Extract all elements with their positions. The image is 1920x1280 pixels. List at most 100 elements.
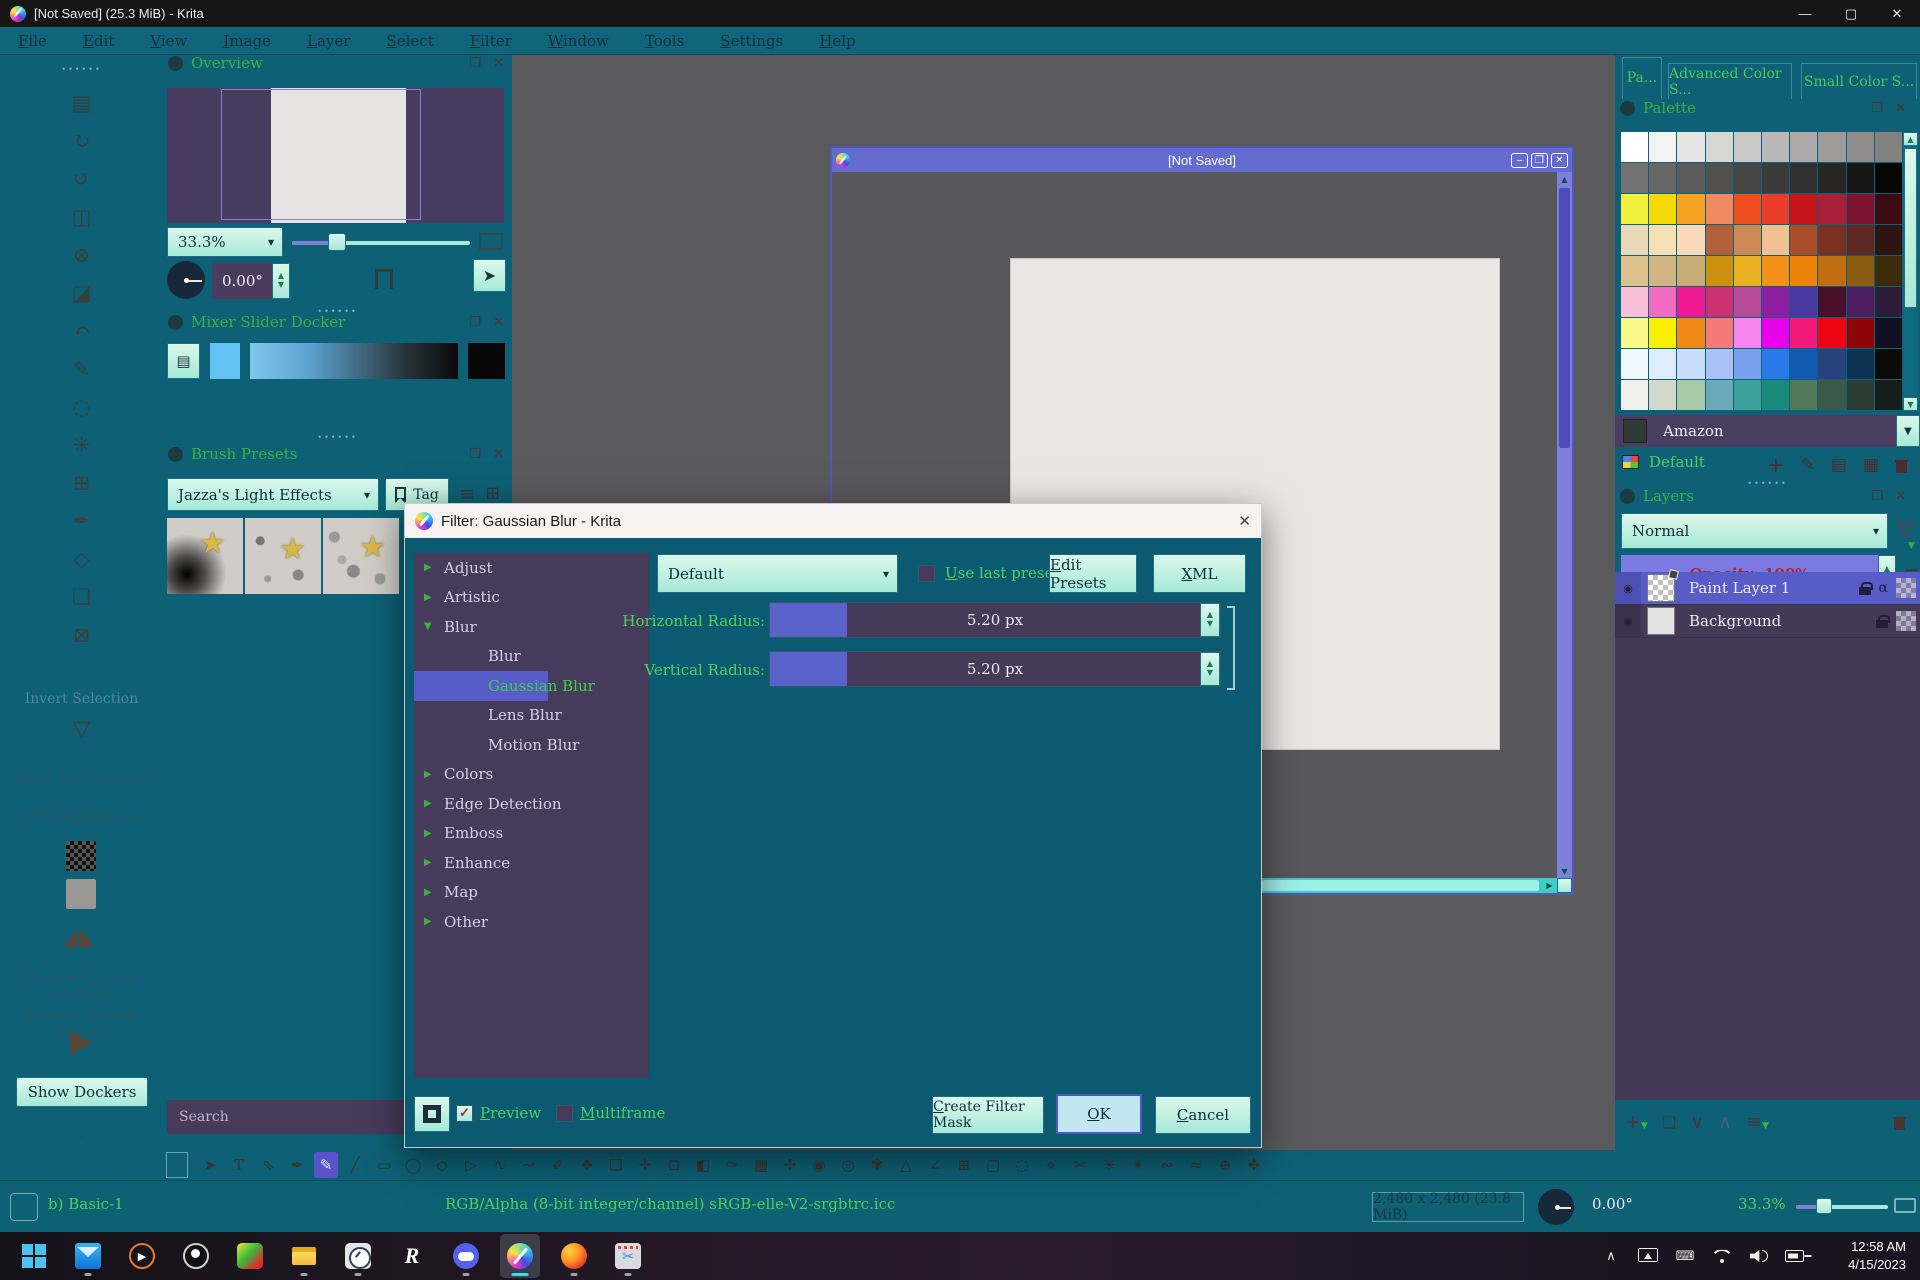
obs[interactable] [176, 1234, 216, 1278]
ok-button[interactable]: OK [1056, 1094, 1142, 1134]
dialog-titlebar[interactable]: Filter: Gaussian Blur - Krita ✕ [405, 504, 1261, 538]
enclose-fill-tool[interactable]: ◎ [836, 1152, 860, 1178]
pan-tool[interactable]: ✥ [1242, 1152, 1266, 1178]
docker-lock-icon[interactable] [1620, 489, 1635, 504]
horizontal-radius-slider[interactable]: 5.20 px ▲▼ [769, 602, 1221, 638]
edit-swatch-icon[interactable]: ✎ [1801, 455, 1815, 475]
show-dockers-button[interactable]: Show Dockers [16, 1077, 148, 1107]
preview-label[interactable]: Preview [480, 1104, 541, 1122]
palette-swatch[interactable] [1621, 132, 1648, 162]
palette-swatch[interactable] [1762, 163, 1789, 193]
taskbar-clock[interactable]: 12:58 AM 4/15/2023 [1848, 1232, 1906, 1280]
palette-swatch[interactable] [1706, 256, 1733, 286]
palette-swatch[interactable] [1762, 225, 1789, 255]
menu-item[interactable]: File [18, 32, 47, 50]
palette-swatch[interactable] [1875, 225, 1902, 255]
expand-arrow-icon[interactable]: ▶ [424, 592, 444, 603]
palette-swatch[interactable] [1762, 318, 1789, 348]
float-docker-icon[interactable]: ❐ [469, 447, 481, 462]
filter-category[interactable]: ▶ Emboss [414, 819, 649, 849]
filter-category[interactable]: ▶ Enhance [414, 848, 649, 878]
palette-swatch[interactable] [1706, 194, 1733, 224]
palette-swatch[interactable] [1762, 380, 1789, 410]
palette-swatch[interactable] [1734, 194, 1761, 224]
palette-swatch[interactable] [1818, 132, 1845, 162]
palette-swatch[interactable] [1818, 349, 1845, 379]
close-docker-icon[interactable]: ✕ [1895, 489, 1906, 504]
palette-swatch[interactable] [1847, 380, 1874, 410]
clock[interactable] [338, 1234, 378, 1278]
palette-swatch[interactable] [1649, 287, 1676, 317]
palette-swatch[interactable] [1621, 256, 1648, 286]
palette-swatch[interactable] [1677, 256, 1704, 286]
palette-swatch[interactable] [1847, 194, 1874, 224]
palette-swatch[interactable] [1818, 380, 1845, 410]
start[interactable] [14, 1234, 54, 1278]
polygon-tool[interactable]: ◇ [430, 1152, 454, 1178]
freehand-brush-tool[interactable]: ✎ [314, 1152, 338, 1178]
float-docker-icon[interactable]: ❐ [469, 56, 481, 71]
docker-lock-icon[interactable] [168, 56, 183, 71]
palette-swatch[interactable] [1762, 287, 1789, 317]
tab-advanced-color-selector[interactable]: Advanced Color S... [1668, 63, 1792, 99]
pin-docker-button[interactable]: ➤ [473, 259, 506, 292]
brush-preset-thumbnail[interactable]: ★ [167, 518, 243, 594]
list-view-icon[interactable]: ≡ [459, 483, 475, 505]
zoom-slider[interactable] [292, 241, 470, 245]
palette-swatch[interactable] [1706, 287, 1733, 317]
transform-frame-icon[interactable]: ❏ [52, 578, 112, 616]
menu-item[interactable]: View [150, 32, 187, 50]
palette-swatch[interactable] [1621, 318, 1648, 348]
brush-preset-thumbnail[interactable]: ★ [245, 518, 321, 594]
multiframe-label[interactable]: Multiframe [580, 1104, 665, 1122]
menu-item[interactable]: Settings [720, 32, 783, 50]
select-shapes-tool[interactable]: ➤ [198, 1152, 222, 1178]
reset-rotation-icon[interactable]: ↺ [52, 160, 112, 198]
scroll-up-arrow[interactable]: ▲ [1557, 172, 1572, 186]
alpha-channel-icon[interactable] [1896, 611, 1916, 631]
tab-small-color-selector[interactable]: Small Color S... [1801, 63, 1917, 99]
expand-arrow-icon[interactable]: ▶ [424, 828, 444, 839]
xml-button[interactable]: XML [1153, 554, 1246, 593]
use-last-preset-checkbox[interactable] [918, 565, 935, 582]
colorize-mask-tool[interactable]: ✾ [865, 1152, 889, 1178]
play-icon[interactable] [70, 1031, 92, 1055]
docker-splitter[interactable]: •••••• [163, 433, 512, 442]
show-tool-options-label[interactable]: Show Tool Options [0, 771, 163, 787]
float-docker-icon[interactable]: ❐ [1871, 489, 1883, 504]
collapse-chevron-icon[interactable]: ⌄ [0, 1127, 163, 1142]
grid-view-icon[interactable]: ⊞ [485, 483, 500, 504]
status-zoom-handle[interactable] [1816, 1198, 1832, 1214]
minimize-button[interactable]: — [1782, 0, 1828, 27]
palette-swatch[interactable] [1734, 256, 1761, 286]
palette-swatch[interactable] [1762, 194, 1789, 224]
close-docker-icon[interactable]: ✕ [1895, 101, 1906, 116]
palette-swatch[interactable] [1818, 287, 1845, 317]
canvas-rotation-dial[interactable] [1538, 1189, 1574, 1225]
measure-tool[interactable]: ∠ [923, 1152, 947, 1178]
discord[interactable] [446, 1234, 486, 1278]
smart-patch-tool[interactable]: ✣ [778, 1152, 802, 1178]
brush-tag-combo[interactable]: Jazza's Light Effects [167, 478, 379, 511]
hidden-icons-chevron[interactable]: ∧ [1599, 1244, 1623, 1268]
volume[interactable] [1747, 1244, 1771, 1268]
create-filter-mask-button[interactable]: Create Filter Mask [932, 1096, 1044, 1134]
vertical-radius-spinner[interactable]: ▲▼ [1200, 652, 1220, 686]
palette-swatch[interactable] [1734, 349, 1761, 379]
zoom-combo[interactable]: 33.3% [167, 227, 283, 257]
mixer-end-swatch[interactable] [468, 343, 505, 379]
close-docker-icon[interactable]: ✕ [493, 447, 504, 462]
palette-swatch[interactable] [1706, 349, 1733, 379]
save-icon[interactable]: ▤ [52, 84, 112, 122]
palette-swatch[interactable] [1621, 349, 1648, 379]
palette-swatch[interactable] [1762, 349, 1789, 379]
palette-swatch[interactable] [1790, 256, 1817, 286]
funnel-dropdown-arrow[interactable]: ▼ [1908, 541, 1915, 551]
filter-category[interactable]: ▶ Map [414, 878, 649, 908]
bezier-select-tool[interactable]: ∾ [1155, 1152, 1179, 1178]
filter-preset-combo[interactable]: Default [657, 554, 898, 593]
scroll-right-arrow[interactable]: ▶ [1542, 878, 1557, 893]
krita[interactable] [500, 1234, 540, 1278]
expand-arrow-icon[interactable]: ▶ [424, 562, 444, 573]
menu-item[interactable]: Tools [645, 32, 684, 50]
